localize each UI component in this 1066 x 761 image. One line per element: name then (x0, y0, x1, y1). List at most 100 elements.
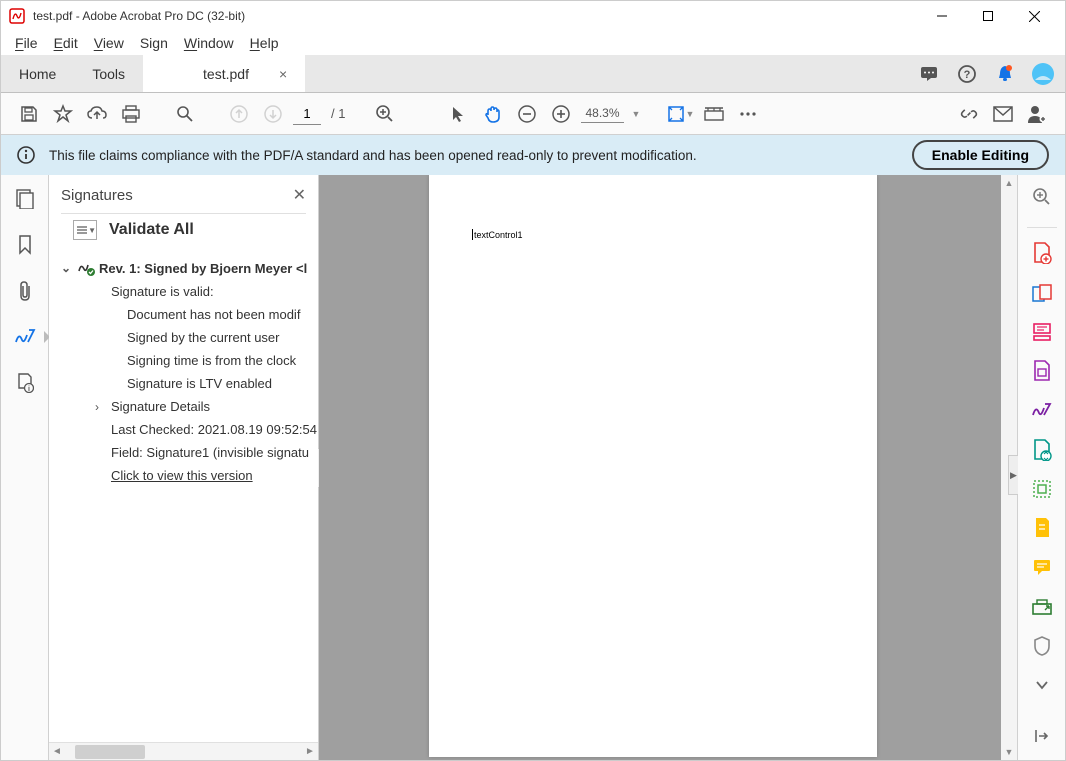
sign-tool-icon[interactable] (1027, 397, 1057, 424)
signature-detail-row: Signing time is from the clock (55, 349, 318, 372)
validate-all-button[interactable]: Validate All (109, 221, 194, 239)
fit-page-icon[interactable]: ▼ (666, 100, 694, 128)
signatures-nav-icon[interactable] (9, 321, 41, 353)
signatures-panel: Signatures ✕ ▼ Validate All ⌄ Rev. 1: Si… (49, 175, 319, 760)
signature-detail-row: Signature is LTV enabled (55, 372, 318, 395)
signature-valid-icon (77, 260, 95, 276)
selection-tool-icon[interactable] (445, 100, 473, 128)
left-nav-rail: i (1, 175, 49, 760)
view-version-link[interactable]: Click to view this version (55, 464, 318, 487)
thumbnails-nav-icon[interactable] (9, 183, 41, 215)
menu-help[interactable]: Help (244, 33, 285, 53)
bookmarks-nav-icon[interactable] (9, 229, 41, 261)
account-avatar-icon[interactable] (1031, 62, 1055, 86)
close-tab-icon[interactable]: × (279, 66, 287, 82)
minimize-button[interactable] (919, 1, 965, 31)
document-tab[interactable]: test.pdf × (143, 55, 305, 92)
window-controls (919, 1, 1057, 31)
panel-horizontal-scrollbar[interactable]: ◄ ► (49, 742, 318, 760)
revision-label: Rev. 1: Signed by Bjoern Meyer <l (99, 261, 307, 276)
last-checked-label: Last Checked: 2021.08.19 09:52:54 (55, 418, 318, 441)
chevron-down-icon[interactable]: ⌄ (61, 261, 75, 275)
cloud-upload-icon[interactable] (83, 100, 111, 128)
document-content-text[interactable]: textControl1 (474, 230, 523, 240)
signature-detail-row: Document has not been modif (55, 303, 318, 326)
combine-files-tool-icon[interactable] (1027, 279, 1057, 306)
document-tab-label: test.pdf (203, 66, 249, 82)
tab-bar: Home Tools test.pdf × ? (1, 55, 1065, 93)
more-tools-icon[interactable] (734, 100, 762, 128)
close-button[interactable] (1011, 1, 1057, 31)
menu-edit[interactable]: Edit (48, 33, 84, 53)
home-tab[interactable]: Home (1, 55, 74, 92)
document-viewport[interactable]: textControl1 ▲ ▼ (319, 175, 1017, 760)
titlebar: test.pdf - Adobe Acrobat Pro DC (32-bit) (1, 1, 1065, 31)
find-icon[interactable] (171, 100, 199, 128)
info-icon (17, 146, 35, 164)
edit-pdf-tool-icon[interactable] (1027, 318, 1057, 345)
zoom-in-icon[interactable] (547, 100, 575, 128)
email-icon[interactable] (989, 100, 1017, 128)
attachments-nav-icon[interactable] (9, 275, 41, 307)
panel-options-icon[interactable]: ▼ (73, 220, 97, 240)
help-icon[interactable]: ? (955, 62, 979, 86)
menu-bar: File Edit View Sign Window Help (1, 31, 1065, 55)
next-page-icon[interactable] (259, 100, 287, 128)
link-icon[interactable] (955, 100, 983, 128)
prev-page-icon[interactable] (225, 100, 253, 128)
compress-pdf-tool-icon[interactable] (1027, 475, 1057, 502)
comment-tool-icon[interactable] (1027, 554, 1057, 581)
menu-file[interactable]: File (9, 33, 44, 53)
document-page[interactable]: textControl1 (429, 175, 877, 757)
main-toolbar: / 1 48.3% ▼ ▼ (1, 93, 1065, 135)
scan-ocr-tool-icon[interactable] (1027, 593, 1057, 620)
protect-tool-icon[interactable] (1027, 632, 1057, 659)
right-tool-rail: ▶ (1017, 175, 1065, 760)
window-title: test.pdf - Adobe Acrobat Pro DC (32-bit) (33, 9, 919, 23)
signature-details-expander[interactable]: › Signature Details (55, 395, 318, 418)
notifications-icon[interactable] (917, 62, 941, 86)
organize-pages-tool-icon[interactable] (1027, 436, 1057, 463)
page-total-label: / 1 (331, 106, 345, 121)
signature-valid-label: Signature is valid: (55, 280, 318, 303)
acrobat-app-icon (9, 8, 25, 24)
field-label: Field: Signature1 (invisible signatu (55, 441, 318, 464)
search-tools-icon[interactable] (1027, 183, 1057, 210)
standards-nav-icon[interactable]: i (9, 367, 41, 399)
info-bar-message: This file claims compliance with the PDF… (49, 148, 898, 163)
zoom-marquee-icon[interactable] (371, 100, 399, 128)
signature-tree: ⌄ Rev. 1: Signed by Bjoern Meyer <l Sign… (49, 250, 318, 742)
signatures-panel-title: Signatures (61, 187, 133, 204)
bell-icon[interactable] (993, 62, 1017, 86)
star-icon[interactable] (49, 100, 77, 128)
expand-tool-rail-icon[interactable] (1027, 723, 1057, 750)
zoom-dropdown-icon[interactable]: ▼ (632, 109, 641, 119)
print-icon[interactable] (117, 100, 145, 128)
menu-sign[interactable]: Sign (134, 33, 174, 53)
signature-revision-row[interactable]: ⌄ Rev. 1: Signed by Bjoern Meyer <l (55, 256, 318, 280)
signature-detail-row: Signed by the current user (55, 326, 318, 349)
svg-text:i: i (28, 386, 30, 393)
pdf-a-info-bar: This file claims compliance with the PDF… (1, 135, 1065, 175)
export-pdf-tool-icon[interactable] (1027, 358, 1057, 385)
page-number-input[interactable] (293, 103, 321, 125)
close-panel-icon[interactable]: ✕ (293, 185, 306, 205)
enable-editing-button[interactable]: Enable Editing (912, 140, 1049, 170)
zoom-level[interactable]: 48.3% (581, 104, 623, 123)
save-icon[interactable] (15, 100, 43, 128)
more-tools-dropdown-icon[interactable] (1027, 672, 1057, 699)
chevron-right-icon[interactable]: › (95, 400, 109, 414)
menu-view[interactable]: View (88, 33, 130, 53)
zoom-out-icon[interactable] (513, 100, 541, 128)
read-mode-icon[interactable] (700, 100, 728, 128)
share-user-icon[interactable] (1023, 100, 1051, 128)
create-pdf-tool-icon[interactable] (1027, 240, 1057, 267)
menu-window[interactable]: Window (178, 33, 240, 53)
hand-tool-icon[interactable] (479, 100, 507, 128)
main-area: i Signatures ✕ ▼ Validate All ⌄ Rev. 1: … (1, 175, 1065, 760)
svg-text:?: ? (964, 69, 971, 81)
fill-sign-tool-icon[interactable] (1027, 515, 1057, 542)
maximize-button[interactable] (965, 1, 1011, 31)
tools-tab[interactable]: Tools (74, 55, 143, 92)
collapse-tool-rail-handle[interactable]: ▶ (1008, 455, 1018, 495)
